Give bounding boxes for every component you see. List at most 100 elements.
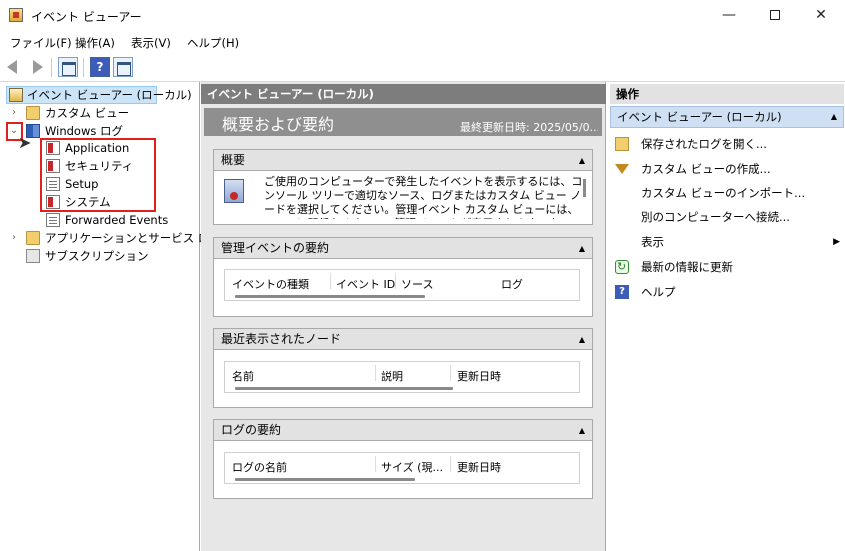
tree-node-root[interactable]: イベント ビューアー (ローカル)	[6, 86, 192, 104]
help-button[interactable]: ?	[90, 57, 110, 77]
collapse-caret-icon[interactable]: ▲	[579, 420, 585, 441]
column-header[interactable]: イベント ID	[336, 276, 395, 292]
log-file-icon	[46, 213, 60, 227]
tree-node-label: サブスクリプション	[45, 249, 149, 263]
action-label: カスタム ビューの作成...	[641, 162, 771, 176]
window-title: イベント ビューアー	[31, 10, 142, 24]
log-summary-grid: ログの名前 サイズ (現... 更新日時	[224, 452, 580, 484]
tree-node-forwarded-events[interactable]: Forwarded Events	[46, 211, 186, 229]
toolbar-separator	[51, 58, 52, 77]
column-separator	[330, 273, 331, 289]
tree-node-custom-views[interactable]: › カスタム ビュー	[8, 104, 158, 122]
collapse-caret-icon[interactable]: ▲	[579, 329, 585, 350]
forward-arrow-icon	[33, 60, 43, 74]
folder-icon	[26, 231, 40, 245]
forward-button[interactable]	[27, 57, 47, 77]
action-label: カスタム ビューのインポート...	[641, 186, 806, 200]
center-pane: イベント ビューアー (ローカル) 概要および要約 最終更新日時: 2025/0…	[201, 82, 606, 551]
collapse-caret-icon[interactable]: ▲	[579, 238, 585, 259]
summary-header: 概要および要約 最終更新日時: 2025/05/0...	[204, 108, 602, 136]
section-header[interactable]: ログの要約 ▲	[214, 420, 592, 441]
recent-nodes-grid: 名前 説明 更新日時	[224, 361, 580, 393]
action-label: 別のコンピューターへ接続...	[641, 210, 790, 224]
mouse-pointer-icon: ➤	[18, 133, 32, 152]
submenu-arrow-icon: ▶	[833, 237, 840, 247]
actions-subheader-label: イベント ビューアー (ローカル)	[617, 110, 782, 124]
center-pane-header: イベント ビューアー (ローカル)	[201, 84, 606, 104]
collapse-caret-icon[interactable]: ▲	[579, 150, 585, 171]
tree-node-label: Forwarded Events	[65, 213, 169, 227]
summary-title: 概要および要約	[222, 115, 335, 134]
column-header[interactable]: 更新日時	[457, 368, 501, 384]
tree-node-app-service-logs[interactable]: › アプリケーションとサービス ログ	[8, 229, 221, 247]
action-view[interactable]: 表示 ▶	[615, 233, 840, 251]
horizontal-scrollbar[interactable]	[235, 478, 415, 481]
column-header[interactable]: ログ	[501, 276, 523, 292]
section-header[interactable]: 管理イベントの要約 ▲	[214, 238, 592, 259]
action-label: 表示	[641, 235, 664, 249]
horizontal-scrollbar[interactable]	[235, 387, 453, 390]
chevron-right-icon[interactable]: ›	[8, 104, 20, 122]
overview-section: 概要 ▲ ご使用のコンピューターで発生したイベントを表示するには、コンソール ツリ…	[213, 149, 593, 225]
maximize-button[interactable]	[752, 0, 798, 31]
column-separator	[395, 273, 396, 289]
collapse-caret-icon[interactable]: ▲	[831, 107, 837, 127]
subscription-icon	[26, 249, 40, 263]
refresh-icon	[615, 258, 629, 276]
actions-subheader[interactable]: イベント ビューアー (ローカル) ▲	[610, 106, 844, 128]
action-connect-computer[interactable]: 別のコンピューターへ接続...	[615, 208, 840, 226]
menu-action[interactable]: 操作(A)	[75, 35, 115, 51]
column-header[interactable]: 名前	[232, 368, 254, 384]
menu-view[interactable]: 表示(V)	[131, 35, 171, 51]
column-header[interactable]: ソース	[401, 276, 433, 292]
menu-bar: ファイル(F) 操作(A) 表示(V) ヘルプ(H)	[0, 31, 845, 53]
last-updated: 最終更新日時: 2025/05/0...	[460, 121, 598, 134]
close-button[interactable]: ✕	[798, 0, 844, 31]
show-hide-action-pane-button[interactable]	[113, 57, 133, 77]
column-header[interactable]: 更新日時	[457, 459, 501, 475]
section-title: 管理イベントの要約	[221, 241, 330, 255]
column-separator	[375, 456, 376, 472]
title-bar: イベント ビューアー — ✕	[0, 0, 845, 31]
show-hide-console-tree-button[interactable]	[58, 57, 78, 77]
column-separator	[375, 365, 376, 381]
section-title: 最近表示されたノード	[221, 332, 342, 346]
column-header[interactable]: 説明	[381, 368, 403, 384]
maximize-icon	[770, 10, 780, 20]
column-header[interactable]: イベントの種類	[232, 276, 309, 292]
help-icon: ?	[615, 285, 629, 299]
section-header[interactable]: 最近表示されたノード ▲	[214, 329, 592, 350]
event-viewer-book-icon	[224, 179, 244, 203]
action-refresh[interactable]: 最新の情報に更新	[615, 258, 840, 276]
action-open-saved-log[interactable]: 保存されたログを開く...	[615, 135, 840, 153]
column-header[interactable]: ログの名前	[232, 459, 287, 475]
action-create-custom-view[interactable]: カスタム ビューの作成...	[615, 160, 840, 178]
event-viewer-app-icon	[9, 8, 23, 22]
horizontal-scrollbar[interactable]	[235, 295, 425, 298]
tree-node-subscriptions[interactable]: サブスクリプション	[8, 247, 158, 265]
event-viewer-icon	[9, 88, 23, 102]
action-label: 最新の情報に更新	[641, 260, 733, 274]
toolbar-separator	[83, 58, 84, 77]
toolbar: ?	[0, 53, 845, 82]
minimize-button[interactable]: —	[706, 0, 752, 31]
column-header[interactable]: サイズ (現...	[381, 459, 443, 475]
action-import-custom-view[interactable]: カスタム ビューのインポート...	[615, 184, 840, 202]
logs-highlight-box	[40, 138, 156, 212]
tree-node-label: イベント ビューアー (ローカル)	[27, 88, 192, 102]
chevron-right-icon[interactable]: ›	[8, 229, 20, 247]
action-label: ヘルプ	[641, 285, 676, 299]
actions-pane: 操作 イベント ビューアー (ローカル) ▲ 保存されたログを開く... カスタム…	[607, 82, 845, 551]
log-summary-section: ログの要約 ▲ ログの名前 サイズ (現... 更新日時	[213, 419, 593, 499]
admin-events-section: 管理イベントの要約 ▲ イベントの種類 イベント ID ソース ログ	[213, 237, 593, 317]
back-button[interactable]	[5, 57, 25, 77]
section-header[interactable]: 概要 ▲	[214, 150, 592, 171]
action-help[interactable]: ? ヘルプ	[615, 283, 840, 301]
section-title: 概要	[221, 153, 246, 167]
recent-nodes-section: 最近表示されたノード ▲ 名前 説明 更新日時	[213, 328, 593, 408]
overview-scrollbar[interactable]	[583, 179, 586, 197]
menu-file[interactable]: ファイル(F)	[10, 35, 72, 51]
overview-text: ご使用のコンピューターで発生したイベントを表示するには、コンソール ツリーで適切…	[264, 175, 583, 219]
folder-icon	[26, 106, 40, 120]
menu-help[interactable]: ヘルプ(H)	[187, 35, 239, 51]
